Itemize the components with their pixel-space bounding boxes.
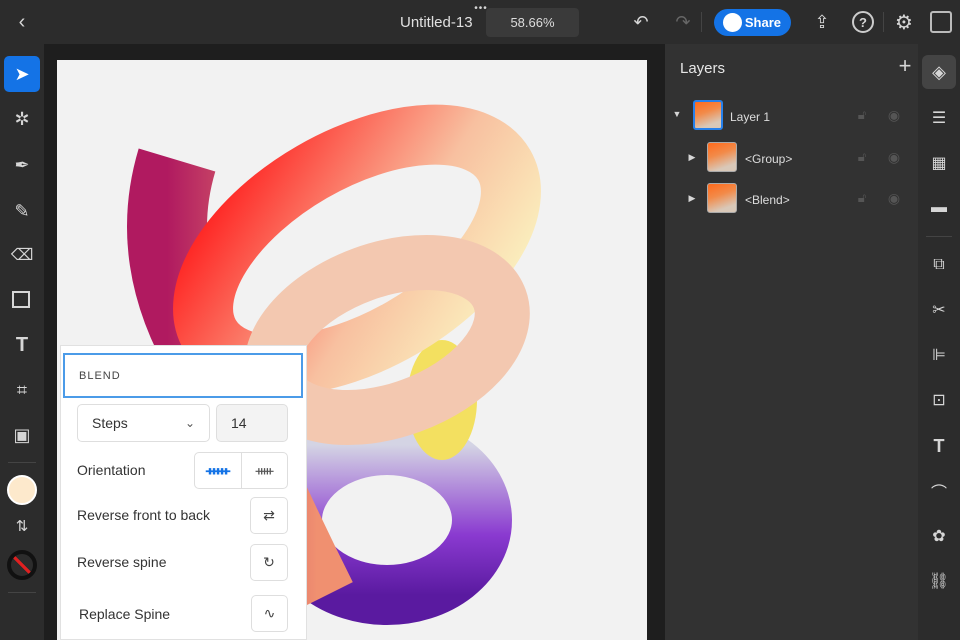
layer-row[interactable]: ▶ <Blend> 🔓︎ ◉ xyxy=(665,179,918,219)
image-tool-icon[interactable]: ▣ xyxy=(8,422,36,448)
version-history-icon[interactable] xyxy=(930,11,952,33)
link-icon[interactable]: ⛓ xyxy=(926,569,952,593)
properties-icon[interactable]: ☰ xyxy=(926,106,952,130)
undo-icon[interactable]: ↶ xyxy=(630,11,652,33)
blend-method-dropdown[interactable]: Steps ⌄ xyxy=(77,404,210,442)
layers-icon[interactable]: ◈ xyxy=(922,55,956,89)
redo-icon[interactable]: ↷ xyxy=(672,11,694,33)
export-icon[interactable]: ⇪ xyxy=(810,10,834,34)
direct-selection-tool-icon[interactable]: ✲ xyxy=(8,106,36,132)
add-layer-icon[interactable]: + xyxy=(895,53,915,78)
transform-tool-icon[interactable]: ⌗ xyxy=(8,377,36,403)
collapse-arrow-icon[interactable]: ▼ xyxy=(671,108,683,120)
layer-thumbnail xyxy=(693,100,723,130)
lock-icon[interactable]: 🔓︎ xyxy=(853,148,871,166)
eye-icon[interactable]: ◉ xyxy=(884,189,904,207)
pen-tool-icon[interactable]: ✒ xyxy=(8,152,36,178)
scissors-icon[interactable]: ✂ xyxy=(926,298,952,322)
expand-arrow-icon[interactable]: ▶ xyxy=(687,151,697,163)
chevron-down-icon: ⌄ xyxy=(184,416,195,430)
reverse-spine-label: Reverse spine xyxy=(77,554,167,570)
replace-spine-label: Replace Spine xyxy=(79,606,171,622)
right-panel-strip: ◈ ☰ ▦ ▬ ⧉ ✂ ⊫ ⊡ T ⌒ ✿ ⛓ xyxy=(918,44,960,640)
lock-icon[interactable]: 🔓︎ xyxy=(853,189,871,207)
layer-name: <Blend> xyxy=(745,193,790,207)
user-add-icon xyxy=(723,13,742,32)
zoom-level[interactable]: 58.66% xyxy=(486,8,579,37)
selection-tool-icon[interactable]: ➤ xyxy=(4,56,40,92)
blend-panel-title: BLEND xyxy=(63,353,303,398)
blend-panel: BLEND Steps ⌄ 14 Orientation ᚔ ᚔ Reverse… xyxy=(60,345,307,640)
eye-icon[interactable]: ◉ xyxy=(884,106,904,124)
share-label: Share xyxy=(744,15,781,30)
lock-icon[interactable]: 🔓︎ xyxy=(853,106,871,124)
align-to-page-icon[interactable]: ᚔ xyxy=(194,452,242,489)
comments-icon[interactable]: ▬ xyxy=(926,196,952,220)
settings-icon[interactable]: ⚙ xyxy=(892,10,916,34)
back-icon[interactable]: ‹ xyxy=(10,10,34,34)
type-tool-icon[interactable]: T xyxy=(8,332,36,358)
steps-input[interactable]: 14 xyxy=(216,404,288,442)
align-to-path-icon[interactable]: ᚔ xyxy=(241,452,288,489)
rectangle-tool-icon[interactable] xyxy=(12,291,30,308)
replace-spine-icon[interactable]: ∿ xyxy=(251,595,288,632)
blend-method-value: Steps xyxy=(92,415,128,431)
layer-thumbnail xyxy=(707,142,737,172)
layer-row[interactable]: ▼ Layer 1 🔓︎ ◉ xyxy=(665,96,918,136)
layer-name: Layer 1 xyxy=(730,110,771,124)
top-bar: ‹ ••• Untitled-13 58.66% ↶ ↷ Share ⇪ ? ⚙ xyxy=(0,0,960,44)
stroke-none-swatch[interactable] xyxy=(7,550,37,580)
layer-thumbnail xyxy=(707,183,737,213)
layers-title: Layers xyxy=(680,60,726,77)
layer-row[interactable]: ▶ <Group> 🔓︎ ◉ xyxy=(665,138,918,178)
reverse-front-to-back-icon[interactable]: ⇄ xyxy=(250,497,288,534)
orientation-label: Orientation xyxy=(77,462,146,478)
arrange-icon[interactable]: ⧉ xyxy=(926,253,952,277)
layers-panel: Layers + ▼ Layer 1 🔓︎ ◉ ▶ <Group> 🔓︎ ◉ ▶… xyxy=(665,44,918,640)
transform-icon[interactable]: ⊡ xyxy=(926,388,952,412)
path-icon[interactable]: ⌒ xyxy=(926,479,952,503)
grid-icon[interactable]: ▦ xyxy=(926,151,952,175)
left-toolbar: ➤ ✲ ✒ ✎ ⌫ T ⌗ ▣ ⇅ xyxy=(0,44,44,640)
help-icon[interactable]: ? xyxy=(852,11,874,33)
align-icon[interactable]: ⊫ xyxy=(926,343,952,367)
eraser-tool-icon[interactable]: ⌫ xyxy=(8,242,36,268)
layer-name: <Group> xyxy=(745,152,793,166)
fill-color-swatch[interactable] xyxy=(7,475,37,505)
repeat-icon[interactable]: ✿ xyxy=(926,524,952,548)
reverse-spine-icon[interactable]: ↻ xyxy=(250,544,288,581)
reverse-front-label: Reverse front to back xyxy=(77,507,211,523)
pencil-tool-icon[interactable]: ✎ xyxy=(8,198,36,224)
document-title[interactable]: Untitled-13 xyxy=(400,14,473,31)
expand-arrow-icon[interactable]: ▶ xyxy=(687,192,697,204)
swap-colors-icon[interactable]: ⇅ xyxy=(10,516,34,536)
type-properties-icon[interactable]: T xyxy=(926,434,952,458)
share-button[interactable]: Share xyxy=(714,9,791,36)
eye-icon[interactable]: ◉ xyxy=(884,148,904,166)
